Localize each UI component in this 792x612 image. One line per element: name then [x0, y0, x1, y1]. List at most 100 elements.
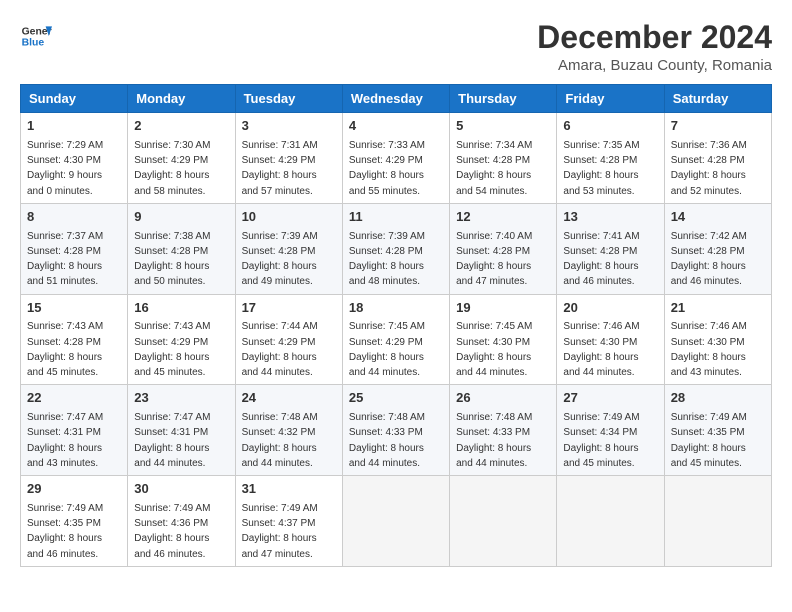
day-info: Sunrise: 7:39 AMSunset: 4:28 PMDaylight:…	[349, 231, 425, 288]
day-number: 25	[349, 389, 443, 408]
day-number: 8	[27, 208, 121, 227]
logo-icon: General Blue	[20, 20, 52, 52]
calendar-cell: 3 Sunrise: 7:31 AMSunset: 4:29 PMDaylight…	[235, 113, 342, 204]
page-header: General Blue December 2024 Amara, Buzau …	[20, 20, 772, 74]
day-number: 11	[349, 208, 443, 227]
calendar-cell: 30 Sunrise: 7:49 AMSunset: 4:36 PMDayligh…	[128, 476, 235, 567]
day-number: 28	[671, 389, 765, 408]
location-subtitle: Amara, Buzau County, Romania	[537, 57, 772, 74]
day-number: 13	[563, 208, 657, 227]
calendar-cell: 25Sunrise: 7:48 AMSunset: 4:33 PMDayligh…	[342, 385, 449, 476]
calendar-cell: 6Sunrise: 7:35 AMSunset: 4:28 PMDaylight…	[557, 113, 664, 204]
day-info: Sunrise: 7:42 AMSunset: 4:28 PMDaylight:…	[671, 231, 747, 288]
day-number: 15	[27, 299, 121, 318]
day-number: 4	[349, 117, 443, 136]
day-number: 2	[134, 117, 228, 136]
calendar-cell: 15 Sunrise: 7:43 AMSunset: 4:28 PMDayligh…	[21, 294, 128, 385]
day-number: 12	[456, 208, 550, 227]
weekday-header-saturday: Saturday	[664, 85, 771, 113]
calendar-cell: 5Sunrise: 7:34 AMSunset: 4:28 PMDaylight…	[450, 113, 557, 204]
day-info: Sunrise: 7:38 AMSunset: 4:28 PMDaylight:…	[134, 231, 210, 288]
week-row-5: 29 Sunrise: 7:49 AMSunset: 4:35 PMDayligh…	[21, 476, 772, 567]
day-number: 29	[27, 480, 121, 499]
calendar-cell: 7 Sunrise: 7:36 AMSunset: 4:28 PMDaylight…	[664, 113, 771, 204]
day-number: 30	[134, 480, 228, 499]
day-number: 16	[134, 299, 228, 318]
day-number: 7	[671, 117, 765, 136]
calendar-cell: 8 Sunrise: 7:37 AMSunset: 4:28 PMDaylight…	[21, 203, 128, 294]
day-number: 6	[563, 117, 657, 136]
day-info: Sunrise: 7:46 AMSunset: 4:30 PMDaylight:…	[671, 321, 747, 378]
weekday-header-monday: Monday	[128, 85, 235, 113]
day-info: Sunrise: 7:45 AMSunset: 4:30 PMDaylight:…	[456, 321, 532, 378]
day-info: Sunrise: 7:43 AMSunset: 4:29 PMDaylight:…	[134, 321, 210, 378]
day-number: 18	[349, 299, 443, 318]
calendar-cell: 24Sunrise: 7:48 AMSunset: 4:32 PMDayligh…	[235, 385, 342, 476]
day-number: 14	[671, 208, 765, 227]
day-number: 9	[134, 208, 228, 227]
day-number: 31	[242, 480, 336, 499]
month-year-title: December 2024	[537, 20, 772, 55]
day-info: Sunrise: 7:37 AMSunset: 4:28 PMDaylight:…	[27, 231, 103, 288]
weekday-header-tuesday: Tuesday	[235, 85, 342, 113]
day-number: 19	[456, 299, 550, 318]
calendar-cell: 28 Sunrise: 7:49 AMSunset: 4:35 PMDayligh…	[664, 385, 771, 476]
calendar-cell: 20Sunrise: 7:46 AMSunset: 4:30 PMDayligh…	[557, 294, 664, 385]
day-info: Sunrise: 7:49 AMSunset: 4:35 PMDaylight:…	[671, 412, 747, 469]
title-area: December 2024 Amara, Buzau County, Roman…	[537, 20, 772, 74]
calendar-cell: 9 Sunrise: 7:38 AMSunset: 4:28 PMDaylight…	[128, 203, 235, 294]
day-number: 23	[134, 389, 228, 408]
calendar-cell: 17Sunrise: 7:44 AMSunset: 4:29 PMDayligh…	[235, 294, 342, 385]
day-info: Sunrise: 7:43 AMSunset: 4:28 PMDaylight:…	[27, 321, 103, 378]
day-info: Sunrise: 7:30 AMSunset: 4:29 PMDaylight:…	[134, 140, 210, 197]
week-row-1: 1Sunrise: 7:29 AMSunset: 4:30 PMDaylight…	[21, 113, 772, 204]
day-number: 21	[671, 299, 765, 318]
calendar-cell: 4 Sunrise: 7:33 AMSunset: 4:29 PMDaylight…	[342, 113, 449, 204]
day-number: 10	[242, 208, 336, 227]
day-number: 27	[563, 389, 657, 408]
day-info: Sunrise: 7:49 AMSunset: 4:36 PMDaylight:…	[134, 503, 210, 560]
day-number: 5	[456, 117, 550, 136]
calendar-cell: 12Sunrise: 7:40 AMSunset: 4:28 PMDayligh…	[450, 203, 557, 294]
day-info: Sunrise: 7:45 AMSunset: 4:29 PMDaylight:…	[349, 321, 425, 378]
calendar-cell: 31 Sunrise: 7:49 AMSunset: 4:37 PMDayligh…	[235, 476, 342, 567]
weekday-header-friday: Friday	[557, 85, 664, 113]
day-info: Sunrise: 7:39 AMSunset: 4:28 PMDaylight:…	[242, 231, 318, 288]
calendar-table: SundayMondayTuesdayWednesdayThursdayFrid…	[20, 84, 772, 567]
day-info: Sunrise: 7:47 AMSunset: 4:31 PMDaylight:…	[134, 412, 210, 469]
calendar-cell	[450, 476, 557, 567]
calendar-cell: 16 Sunrise: 7:43 AMSunset: 4:29 PMDayligh…	[128, 294, 235, 385]
day-info: Sunrise: 7:49 AMSunset: 4:35 PMDaylight:…	[27, 503, 103, 560]
calendar-cell: 10 Sunrise: 7:39 AMSunset: 4:28 PMDayligh…	[235, 203, 342, 294]
calendar-cell	[557, 476, 664, 567]
calendar-cell: 13 Sunrise: 7:41 AMSunset: 4:28 PMDayligh…	[557, 203, 664, 294]
calendar-cell	[664, 476, 771, 567]
day-info: Sunrise: 7:48 AMSunset: 4:33 PMDaylight:…	[456, 412, 532, 469]
day-number: 22	[27, 389, 121, 408]
day-info: Sunrise: 7:33 AMSunset: 4:29 PMDaylight:…	[349, 140, 425, 197]
day-info: Sunrise: 7:41 AMSunset: 4:28 PMDaylight:…	[563, 231, 639, 288]
calendar-cell: 19 Sunrise: 7:45 AMSunset: 4:30 PMDayligh…	[450, 294, 557, 385]
day-info: Sunrise: 7:47 AMSunset: 4:31 PMDaylight:…	[27, 412, 103, 469]
day-info: Sunrise: 7:29 AMSunset: 4:30 PMDaylight:…	[27, 140, 103, 197]
calendar-cell: 11 Sunrise: 7:39 AMSunset: 4:28 PMDayligh…	[342, 203, 449, 294]
day-info: Sunrise: 7:44 AMSunset: 4:29 PMDaylight:…	[242, 321, 318, 378]
calendar-cell: 22 Sunrise: 7:47 AMSunset: 4:31 PMDayligh…	[21, 385, 128, 476]
day-info: Sunrise: 7:49 AMSunset: 4:34 PMDaylight:…	[563, 412, 639, 469]
day-info: Sunrise: 7:31 AMSunset: 4:29 PMDaylight:…	[242, 140, 318, 197]
calendar-cell: 23 Sunrise: 7:47 AMSunset: 4:31 PMDayligh…	[128, 385, 235, 476]
day-number: 20	[563, 299, 657, 318]
week-row-3: 15 Sunrise: 7:43 AMSunset: 4:28 PMDayligh…	[21, 294, 772, 385]
day-info: Sunrise: 7:36 AMSunset: 4:28 PMDaylight:…	[671, 140, 747, 197]
day-info: Sunrise: 7:49 AMSunset: 4:37 PMDaylight:…	[242, 503, 318, 560]
week-row-4: 22 Sunrise: 7:47 AMSunset: 4:31 PMDayligh…	[21, 385, 772, 476]
calendar-cell: 1Sunrise: 7:29 AMSunset: 4:30 PMDaylight…	[21, 113, 128, 204]
weekday-header-row: SundayMondayTuesdayWednesdayThursdayFrid…	[21, 85, 772, 113]
weekday-header-sunday: Sunday	[21, 85, 128, 113]
day-number: 3	[242, 117, 336, 136]
calendar-cell: 21 Sunrise: 7:46 AMSunset: 4:30 PMDayligh…	[664, 294, 771, 385]
calendar-cell: 2 Sunrise: 7:30 AMSunset: 4:29 PMDaylight…	[128, 113, 235, 204]
weekday-header-wednesday: Wednesday	[342, 85, 449, 113]
calendar-cell: 18 Sunrise: 7:45 AMSunset: 4:29 PMDayligh…	[342, 294, 449, 385]
week-row-2: 8 Sunrise: 7:37 AMSunset: 4:28 PMDaylight…	[21, 203, 772, 294]
